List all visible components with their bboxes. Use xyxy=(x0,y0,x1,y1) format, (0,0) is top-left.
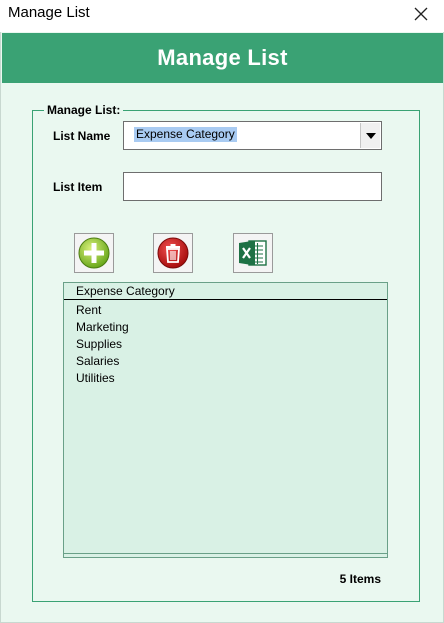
group-legend: Manage List: xyxy=(44,103,124,117)
export-excel-button[interactable] xyxy=(233,233,273,273)
list-items: Rent Marketing Supplies Salaries Utiliti… xyxy=(76,302,129,387)
list-item-label: List Item xyxy=(53,180,103,194)
excel-icon xyxy=(239,240,267,266)
dropdown-button[interactable] xyxy=(360,123,380,148)
add-icon xyxy=(78,237,110,269)
title-bar[interactable]: Manage List xyxy=(0,0,444,30)
add-button[interactable] xyxy=(74,233,114,273)
dialog-body: Manage List Manage List: List Name Expen… xyxy=(0,32,444,623)
list-name-selected-value: Expense Category xyxy=(134,127,237,142)
list-item[interactable]: Marketing xyxy=(76,319,129,336)
list-item[interactable]: Salaries xyxy=(76,353,129,370)
list-name-dropdown[interactable]: Expense Category xyxy=(123,121,382,150)
list-item-input[interactable] xyxy=(123,172,382,201)
close-icon xyxy=(414,7,428,21)
close-button[interactable] xyxy=(404,0,438,28)
list-item[interactable]: Supplies xyxy=(76,336,129,353)
banner-title: Manage List xyxy=(157,45,288,70)
list-name-label: List Name xyxy=(53,129,111,143)
header-banner: Manage List xyxy=(2,33,443,83)
item-count-label: 5 Items xyxy=(339,572,381,586)
delete-icon xyxy=(157,237,189,269)
delete-button[interactable] xyxy=(153,233,193,273)
list-item[interactable]: Rent xyxy=(76,302,129,319)
dropdown-arrow-icon xyxy=(365,132,376,139)
window-title: Manage List xyxy=(8,4,90,21)
manage-list-window: Manage List Manage List Manage List: Lis… xyxy=(0,0,444,623)
list-header: Expense Category xyxy=(64,283,387,300)
list-bottom-divider xyxy=(64,553,387,554)
list-item[interactable]: Utilities xyxy=(76,370,129,387)
list-items-box[interactable]: Expense Category Rent Marketing Supplies… xyxy=(63,282,388,558)
